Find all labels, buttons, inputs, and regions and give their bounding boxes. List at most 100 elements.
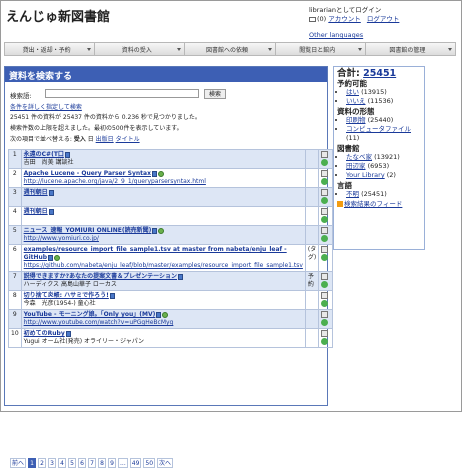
- total-value[interactable]: 25451: [363, 68, 396, 79]
- result-url-link[interactable]: https://github.com/nabeta/enju_leaf/blob…: [24, 262, 303, 269]
- pager-item[interactable]: 5: [68, 458, 77, 468]
- pager-item[interactable]: ...: [118, 458, 128, 468]
- search-button[interactable]: 検索: [204, 89, 227, 99]
- edit-icon[interactable]: [321, 151, 329, 158]
- result-creator[interactable]: 吉田 尚美 講談社: [24, 159, 303, 167]
- result-title-link[interactable]: Apache Lucene - Query Parser Syntax: [24, 170, 151, 177]
- pager-item[interactable]: 3: [48, 458, 57, 468]
- result-url-link[interactable]: http://lucene.apache.org/java/2_9_1/quer…: [24, 178, 206, 185]
- sort-option-title[interactable]: タイトル: [116, 136, 140, 143]
- result-creator[interactable]: Yugui オーム社(発売) オライリー・ジャパン: [24, 338, 303, 346]
- search-input[interactable]: [45, 89, 199, 98]
- edit-icon[interactable]: [321, 330, 329, 337]
- logout-link[interactable]: ログアウト: [367, 15, 400, 23]
- result-title-link[interactable]: 永遠のC#(T口: [24, 151, 64, 158]
- facet-library-link[interactable]: Your Library: [346, 171, 385, 179]
- add-bookmark-icon[interactable]: [321, 159, 329, 166]
- edit-icon[interactable]: [321, 227, 329, 234]
- add-bookmark-icon[interactable]: [321, 254, 329, 261]
- result-title-line: 週刊朝日: [24, 208, 303, 216]
- add-bookmark-icon[interactable]: [321, 338, 329, 345]
- facet-reservable-link[interactable]: いいえ: [346, 97, 366, 105]
- facet-library-link[interactable]: 田辺家: [346, 162, 366, 170]
- result-title-link[interactable]: examples/resource_import_file_sample1.ts…: [24, 246, 287, 261]
- facet-language-link[interactable]: 不明: [346, 190, 359, 198]
- advanced-search-link[interactable]: 条件を詳しく指定して検索: [10, 102, 82, 111]
- result-title-line: 切り捨て炎帳: ハサミで作ろう!: [24, 292, 303, 300]
- facet-library-link[interactable]: たなべ家: [346, 153, 372, 161]
- chevron-down-icon: [267, 48, 272, 51]
- add-bookmark-icon[interactable]: [321, 300, 329, 307]
- other-languages-link[interactable]: Other languages: [309, 31, 363, 39]
- sort-option-accept[interactable]: 受入: [74, 136, 86, 143]
- menu-item-4[interactable]: 閲覧日と館内: [276, 43, 366, 55]
- mail-icon[interactable]: [309, 16, 316, 22]
- edit-icon[interactable]: [321, 273, 329, 280]
- sort-option-pubdate[interactable]: 出版日: [96, 136, 114, 143]
- sort-option-day[interactable]: 日: [88, 136, 94, 143]
- pager-item[interactable]: 4: [58, 458, 67, 468]
- pager-item[interactable]: 7: [88, 458, 97, 468]
- add-bookmark-icon[interactable]: [321, 281, 329, 288]
- user-box: librarianとしてログイン (0) アカウント ログアウト: [309, 6, 403, 24]
- result-url-link[interactable]: http://www.youtube.com/watch?v=uPGgHeBcM…: [24, 319, 174, 326]
- edit-icon[interactable]: [321, 170, 329, 177]
- facet-form-link[interactable]: コンピュータファイル: [346, 125, 411, 133]
- edit-icon[interactable]: [321, 246, 329, 253]
- add-bookmark-icon[interactable]: [321, 178, 329, 185]
- result-title-link[interactable]: 週刊朝日: [24, 189, 48, 196]
- result-extra[interactable]: [304, 309, 320, 329]
- account-link[interactable]: アカウント: [328, 15, 361, 23]
- add-bookmark-icon[interactable]: [321, 197, 329, 204]
- pager-item[interactable]: 9: [108, 458, 117, 468]
- edit-icon[interactable]: [321, 208, 329, 215]
- result-title-link[interactable]: ニュース_速報_YOMIURI ONLINE(読売新聞): [24, 227, 152, 234]
- result-extra[interactable]: [304, 290, 320, 310]
- edit-icon[interactable]: [321, 311, 329, 318]
- pager-item[interactable]: 6: [78, 458, 87, 468]
- pager-item[interactable]: 49: [129, 458, 142, 468]
- pager-item[interactable]: 1: [28, 458, 37, 468]
- pager-item[interactable]: 前へ: [10, 458, 27, 468]
- result-creator[interactable]: 今森 光彦(1954-) 童心社: [24, 300, 303, 308]
- add-bookmark-icon[interactable]: [321, 319, 329, 326]
- facet-form-link[interactable]: 印刷物: [346, 116, 366, 124]
- globe-icon[interactable]: [162, 311, 169, 318]
- edit-icon[interactable]: [321, 292, 329, 299]
- globe-icon[interactable]: [158, 227, 165, 234]
- feed-link[interactable]: 検索結果のフィード: [344, 200, 402, 208]
- result-title-link[interactable]: 説得できますか?あなたの提案文書＆プレゼンテーション: [24, 273, 177, 280]
- result-extra[interactable]: [304, 149, 320, 169]
- result-creator[interactable]: ハーディクス 高島山華子 ローカス: [24, 281, 303, 289]
- result-extra[interactable]: [304, 187, 320, 207]
- edit-icon[interactable]: [321, 189, 329, 196]
- add-bookmark-icon[interactable]: [321, 216, 329, 223]
- result-extra[interactable]: 予約: [304, 271, 320, 291]
- result-row: 8 切り捨て炎帳: ハサミで作ろう! 今森 光彦(1954-) 童心社: [8, 290, 334, 310]
- result-extra[interactable]: [304, 168, 320, 188]
- result-title-link[interactable]: 初めてのRuby: [24, 330, 65, 337]
- facet-reservable-link[interactable]: はい: [346, 88, 359, 96]
- pager-item[interactable]: 50: [143, 458, 156, 468]
- menu-item-2[interactable]: 資料の受入: [95, 43, 186, 55]
- result-title-link[interactable]: 週刊朝日: [24, 208, 48, 215]
- feed-icon: [337, 201, 343, 207]
- result-extra[interactable]: [304, 225, 320, 245]
- menu-item-1[interactable]: 貸出・返却・予約: [5, 43, 96, 55]
- result-title-link[interactable]: YouTube - モーニング娘。「Only you」(MV): [24, 311, 156, 318]
- site-title[interactable]: えんじゅ新図書館: [6, 6, 110, 25]
- result-title-link[interactable]: 切り捨て炎帳: ハサミで作ろう!: [24, 292, 109, 299]
- result-extra[interactable]: (タグ): [304, 244, 320, 272]
- result-extra[interactable]: [304, 328, 320, 348]
- book-icon: [48, 254, 54, 261]
- pager-item[interactable]: 2: [38, 458, 47, 468]
- globe-icon[interactable]: [157, 170, 164, 177]
- menu-item-3[interactable]: 図書館への依頼: [185, 43, 276, 55]
- add-bookmark-icon[interactable]: [321, 235, 329, 242]
- globe-icon[interactable]: [54, 254, 61, 261]
- menu-item-5[interactable]: 図書館の管理: [366, 43, 455, 55]
- result-extra[interactable]: [304, 206, 320, 226]
- pager-item[interactable]: 次へ: [157, 458, 174, 468]
- pager-item[interactable]: 8: [98, 458, 107, 468]
- result-url-link[interactable]: http://www.yomiuri.co.jp/: [24, 235, 99, 242]
